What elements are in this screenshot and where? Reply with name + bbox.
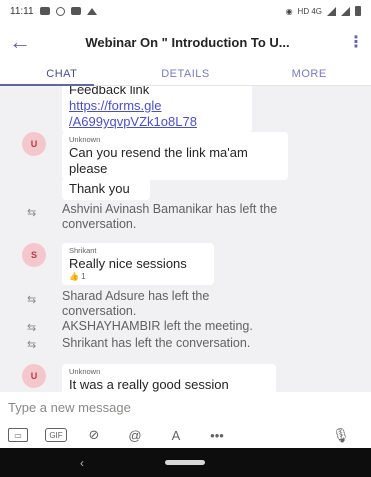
nav-home-handle[interactable] [165,460,205,465]
app-header: ← Webinar On " Introduction To U... ⋮ [0,22,371,62]
system-message-line1: Sharad Adsure has left the [62,289,210,303]
reaction-count: 1 [81,272,86,281]
image-icon[interactable]: ▭ [8,428,28,442]
attach-icon[interactable]: ⊘ [75,424,113,446]
back-button[interactable]: ← [0,22,40,62]
nav-back-icon[interactable]: ‹ [80,456,84,470]
signal-icon-2 [341,6,350,16]
vertical-ellipsis-icon: ⋮ [348,34,364,51]
message-text: It was a really good session [69,377,229,392]
video-notification-icon [39,7,50,15]
message-bubble[interactable]: Feedback link https://forms.gle /A699yqv… [62,86,252,133]
chat-thread[interactable]: Feedback link https://forms.gle /A699yqv… [0,86,371,392]
left-conversation-icon: ⇆ [27,339,37,351]
message-text: Thank you [69,181,130,196]
thumbs-up-icon: 👍 [69,272,79,281]
battery-icon [355,6,361,16]
avatar[interactable]: U [22,364,46,388]
message-notification-icon [70,7,81,15]
microphone-icon[interactable]: 🎙 [322,424,360,446]
avatar[interactable]: U [22,132,46,156]
system-message: Shrikant has left the conversation. [62,336,251,350]
system-message: Ashvini Avinash Bamanikar has left the c… [62,202,362,232]
clock: 11:11 [10,5,34,17]
message-bubble[interactable]: Unknown It was a really good session [62,364,276,392]
system-message-line2: conversation. [62,217,137,231]
format-text-icon[interactable]: A [157,424,195,446]
sender-name: Shrikant [69,246,97,255]
message-text-line1: Can you resend the link ma'am [69,145,248,160]
more-options-button[interactable]: ⋮ [341,22,371,62]
sender-name: Unknown [69,135,101,144]
tab-more[interactable]: MORE [247,62,371,85]
tab-bar: CHAT DETAILS MORE [0,62,371,86]
more-options-icon[interactable]: ••• [198,424,236,446]
message-bubble[interactable]: Shrikant Really nice sessions 👍 1 [62,243,214,285]
left-conversation-icon: ⇆ [27,294,37,306]
system-navigation-bar: ‹ [0,448,371,477]
tab-chat[interactable]: CHAT [0,62,124,86]
conversation-title[interactable]: Webinar On " Introduction To U... [40,35,341,50]
sender-name: Unknown [69,367,101,376]
reaction-like[interactable]: 👍 1 [69,272,207,282]
arrow-left-icon: ← [9,29,31,54]
message-text-line2: please [69,161,108,176]
message-text: Really nice sessions [69,256,187,271]
status-bar: 11:11 ◉ HD 4G [0,0,371,22]
system-message: AKSHAYHAMBIR left the meeting. [62,319,253,333]
system-message: Sharad Adsure has left the conversation. [62,289,362,319]
instagram-notification-icon [55,6,65,16]
hotspot-icon: ◉ [285,6,293,16]
signal-icon [327,6,336,16]
avatar[interactable]: S [22,243,46,267]
message-bubble[interactable]: Unknown Can you resend the link ma'am pl… [62,132,288,180]
gif-button[interactable]: GIF [45,428,67,442]
mention-icon[interactable]: @ [116,424,154,446]
tab-details[interactable]: DETAILS [124,62,248,85]
system-message-line1: Ashvini Avinash Bamanikar has left the [62,202,278,216]
compose-placeholder: Type a new message [8,399,131,415]
message-bubble[interactable]: Thank you [62,178,150,200]
system-message-line2: conversation. [62,304,137,318]
network-type: HD 4G [297,6,322,16]
left-conversation-icon: ⇆ [27,207,37,219]
message-text: Feedback link [69,86,150,97]
message-link[interactable]: https://forms.gle [69,98,245,114]
left-meeting-icon: ⇆ [27,322,37,334]
message-compose-input[interactable]: Type a new message [0,392,371,422]
cloud-notification-icon [86,7,97,15]
compose-toolbar: ▭ GIF ⊘ @ A ••• 🎙 [0,422,371,448]
message-link-continued[interactable]: /A699yqvpVZk1o8L78 [69,114,245,130]
